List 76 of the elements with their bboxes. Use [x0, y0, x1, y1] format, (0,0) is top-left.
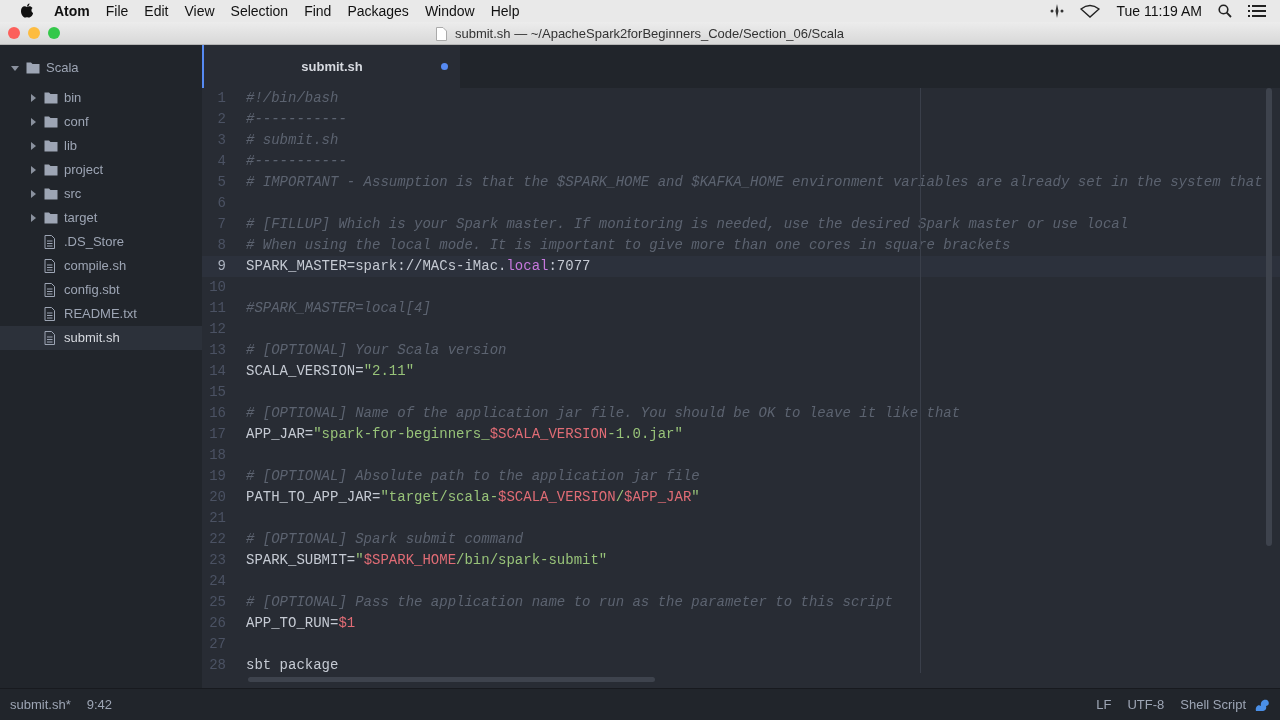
menu-item[interactable]: Edit [136, 0, 177, 22]
line-number: 9 [216, 257, 226, 276]
folder-icon [44, 163, 58, 177]
code-line: sbt package [245, 656, 339, 675]
tree-folder[interactable]: Scala [0, 56, 202, 80]
window-title: submit.sh — ~/ApacheSpark2forBeginners_Code/Section_06/Scala [454, 25, 845, 43]
search-icon[interactable] [1218, 4, 1232, 18]
tree-document[interactable]: README.txt [0, 302, 202, 326]
document-icon [435, 26, 447, 41]
status-line-ending[interactable]: LF [1096, 694, 1112, 715]
file-icon [44, 331, 58, 345]
chevron-right-icon[interactable] [28, 165, 38, 175]
chevron-right-icon[interactable] [28, 141, 38, 151]
code-line: PATH_TO_APP_JAR="target/scala-$SCALA_VERSION/$APP_JAR" [245, 488, 700, 507]
menu-item[interactable]: View [176, 0, 223, 22]
scrollbar-thumb[interactable] [248, 677, 655, 682]
chevron-right-icon[interactable] [28, 117, 38, 127]
file-icon [44, 235, 58, 249]
editor-tab[interactable]: submit.sh [202, 45, 460, 88]
code-line: APP_TO_RUN=$1 [245, 614, 356, 633]
apple-icon[interactable] [20, 3, 34, 19]
file-icon [44, 283, 58, 297]
status-grammar[interactable]: Shell Script [1180, 694, 1246, 715]
menu-item[interactable]: File [97, 0, 137, 22]
code-line: SCALA_VERSION="2.11" [245, 362, 415, 381]
code-line: # [OPTIONAL] Your Scala version [245, 341, 507, 360]
tree-folder[interactable]: bin [0, 86, 202, 110]
menu-clock[interactable]: Tue 11:19 AM [1116, 0, 1202, 22]
wifi-icon[interactable] [1080, 4, 1101, 18]
menu-item[interactable]: Packages [339, 0, 417, 22]
tree-document[interactable]: .DS_Store [0, 230, 202, 254]
code-line: #!/bin/bash [245, 89, 339, 108]
tree-document[interactable]: submit.sh [0, 326, 202, 350]
code-line: # [OPTIONAL] Spark submit command [245, 530, 524, 549]
menu-item[interactable]: Window [416, 0, 483, 22]
code-line: # [FILLUP] Which is your Spark master. If monitoring is needed, use the desired Spark master or use local [245, 215, 1129, 234]
app-menu[interactable]: Atom [46, 0, 98, 22]
tree-folder[interactable]: conf [0, 110, 202, 134]
code-line: APP_JAR="spark-for-beginners_$SCALA_VERSION-1.0.jar" [245, 425, 683, 444]
code-line: # submit.sh [245, 131, 339, 150]
chevron-down-icon[interactable] [10, 63, 20, 73]
code-line: #----------- [245, 152, 347, 171]
folder-icon [44, 187, 58, 201]
tree-document[interactable]: config.sbt [0, 278, 202, 302]
scrollbar-thumb[interactable] [1266, 88, 1272, 546]
folder-icon [44, 91, 58, 105]
folder-icon [44, 211, 58, 225]
status-encoding[interactable]: UTF-8 [1127, 694, 1165, 715]
status-cursor-position[interactable]: 9:42 [86, 694, 112, 715]
tree-folder[interactable]: lib [0, 134, 202, 158]
code-line: SPARK_MASTER=spark://MACs-iMac.local:7077 [245, 257, 591, 276]
folder-icon [44, 139, 58, 153]
file-icon [44, 259, 58, 273]
file-icon [44, 307, 58, 321]
code-line: SPARK_SUBMIT="$SPARK_HOME/bin/spark-submit" [245, 551, 608, 570]
tree-document[interactable]: compile.sh [0, 254, 202, 278]
status-file-name[interactable]: submit.sh* [10, 694, 71, 715]
chevron-right-icon[interactable] [28, 189, 38, 199]
chevron-right-icon[interactable] [28, 93, 38, 103]
code-line: # [OPTIONAL] Pass the application name to run as the parameter to this script [245, 593, 893, 612]
tree-folder[interactable]: project [0, 158, 202, 182]
menu-item[interactable]: Find [296, 0, 340, 22]
code-line: # [OPTIONAL] Name of the application jar file. You should be OK to leave it like that [245, 404, 961, 423]
menu-item[interactable]: Selection [222, 0, 297, 22]
folder-icon [44, 115, 58, 129]
code-line: # IMPORTANT - Assumption is that the $SPARK_HOME and $KAFKA_HOME environment variables are already set in the system that [245, 173, 1263, 192]
code-line: #----------- [245, 110, 347, 129]
sparkle-icon[interactable] [1050, 4, 1065, 18]
folder-icon [26, 61, 40, 75]
list-icon[interactable] [1248, 4, 1266, 18]
tree-folder[interactable]: src [0, 182, 202, 206]
tree-folder[interactable]: target [0, 206, 202, 230]
code-line: #SPARK_MASTER=local[4] [245, 299, 431, 318]
code-line: # [OPTIONAL] Absolute path to the application jar file [245, 467, 700, 486]
menu-item[interactable]: Help [482, 0, 528, 22]
chevron-right-icon[interactable] [28, 213, 38, 223]
